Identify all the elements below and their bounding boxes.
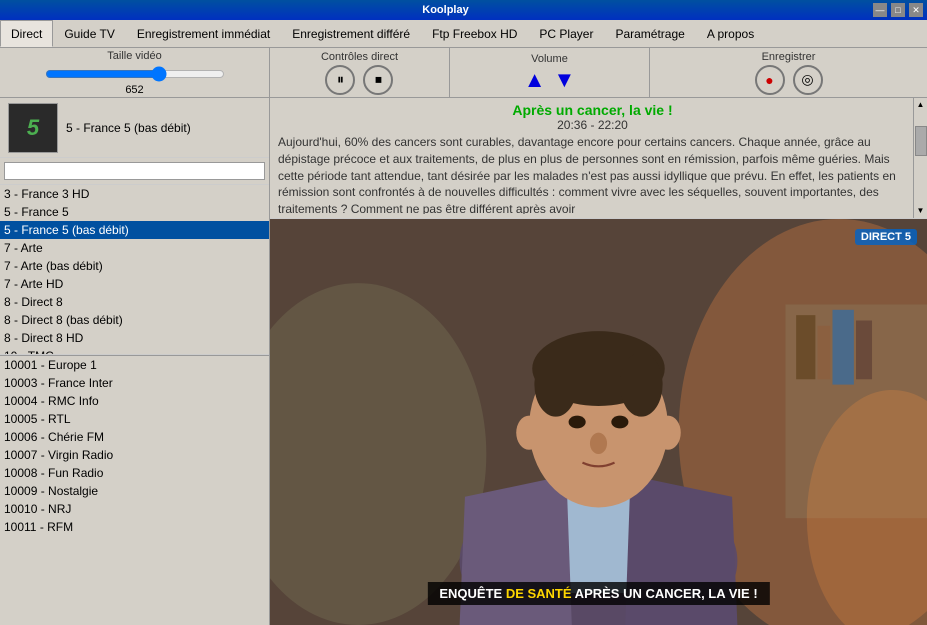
list-item[interactable]: 10006 - Chérie FM [0,428,269,446]
enregistrer-buttons: ● ◎ [755,65,823,95]
channel-name: 5 - France 5 (bas débit) [66,121,191,135]
program-time: 20:36 - 22:20 [278,118,907,132]
list-item[interactable]: 10005 - RTL [0,410,269,428]
volume-buttons: ▲ ▼ [524,67,576,93]
right-panel: Après un cancer, la vie ! 20:36 - 22:20 … [270,98,927,625]
list-item[interactable]: 10007 - Virgin Radio [0,446,269,464]
volume-up-button[interactable]: ▲ [524,67,546,93]
pause-button[interactable]: ⏸ [325,65,355,95]
list-item[interactable]: 7 - Arte HD [0,275,269,293]
subtitle-rest: APRÈS UN CANCER, LA VIE ! [572,586,758,601]
list-item[interactable]: 10003 - France Inter [0,374,269,392]
window-title: Koolplay [20,4,871,16]
menu-enregistrement-differe[interactable]: Enregistrement différé [281,20,421,47]
channel-list[interactable]: 3 - France 3 HD 5 - France 5 5 - France … [0,185,269,355]
video-area: DIRECT 5 ENQUÊTE DE SANTÉ APRÈS UN CANCE… [270,219,927,625]
program-scrollbar[interactable]: ▲ ▼ [913,98,927,218]
video-size-body [45,64,225,84]
menu-ftp-freebox[interactable]: Ftp Freebox HD [421,20,528,47]
record-stop-button[interactable]: ◎ [793,65,823,95]
list-item[interactable]: 10 - TMC [0,347,269,355]
direct-ctrl-label: Contrôles direct [321,51,398,63]
menu-a-propos[interactable]: A propos [696,20,765,47]
subtitle-enquete: ENQUÊTE [439,586,505,601]
close-button[interactable]: ✕ [909,3,923,17]
program-description: Aujourd'hui, 60% des cancers sont curabl… [278,134,907,214]
program-info: Après un cancer, la vie ! 20:36 - 22:20 … [270,98,927,219]
stop-button[interactable]: ⏹ [363,65,393,95]
left-panel: 5 5 - France 5 (bas débit) 3 - France 3 … [0,98,270,625]
menu-guide-tv[interactable]: Guide TV [53,20,125,47]
menu-parametrage[interactable]: Paramétrage [604,20,695,47]
subtitle-bar: ENQUÊTE DE SANTÉ APRÈS UN CANCER, LA VIE… [427,582,769,605]
main-content: Taille vidéo 652 Contrôles direct ⏸ ⏹ Vo… [0,48,927,625]
direct-controls-section: Contrôles direct ⏸ ⏹ [270,48,450,97]
enregistrer-section: Enregistrer ● ◎ [650,48,927,97]
radio-list[interactable]: 10001 - Europe 1 10003 - France Inter 10… [0,356,269,625]
list-item[interactable]: 7 - Arte [0,239,269,257]
volume-section: Volume ▲ ▼ [450,48,650,97]
video-size-slider[interactable] [45,66,225,82]
video-frame [270,219,927,625]
list-item[interactable]: 10009 - Nostalgie [0,482,269,500]
list-item[interactable]: 8 - Direct 8 HD [0,329,269,347]
search-box [0,158,269,185]
volume-label: Volume [531,53,568,65]
program-title: Après un cancer, la vie ! [278,102,907,118]
volume-down-button[interactable]: ▼ [554,67,576,93]
channel-watermark: DIRECT 5 [855,229,917,245]
list-item[interactable]: 10004 - RMC Info [0,392,269,410]
list-item[interactable]: 7 - Arte (bas débit) [0,257,269,275]
scroll-down-arrow[interactable]: ▼ [917,204,925,218]
subtitle-de-sante: DE SANTÉ [506,586,572,601]
list-item-selected[interactable]: 5 - France 5 (bas débit) [0,221,269,239]
list-item[interactable]: 3 - France 3 HD [0,185,269,203]
minimize-button[interactable]: — [873,3,887,17]
list-item[interactable]: 10001 - Europe 1 [0,356,269,374]
list-item[interactable]: 8 - Direct 8 [0,293,269,311]
title-bar: Koolplay — □ ✕ [0,0,927,20]
list-item[interactable]: 8 - Direct 8 (bas débit) [0,311,269,329]
search-input[interactable] [4,162,265,180]
direct-ctrl-buttons: ⏸ ⏹ [325,65,393,95]
channel-info: 5 5 - France 5 (bas débit) [0,98,269,158]
video-size-section: Taille vidéo 652 [0,48,270,97]
channel-logo: 5 [8,103,58,153]
content-area: 5 5 - France 5 (bas débit) 3 - France 3 … [0,98,927,625]
scroll-thumb[interactable] [915,126,927,156]
video-size-value: 652 [125,84,143,96]
menu-pc-player[interactable]: PC Player [528,20,604,47]
record-button[interactable]: ● [755,65,785,95]
window-controls[interactable]: — □ ✕ [871,3,923,17]
maximize-button[interactable]: □ [891,3,905,17]
menu-direct[interactable]: Direct [0,20,53,47]
enregistrer-label: Enregistrer [762,51,816,63]
list-item[interactable]: 10010 - NRJ [0,500,269,518]
controls-row: Taille vidéo 652 Contrôles direct ⏸ ⏹ Vo… [0,48,927,98]
video-size-label: Taille vidéo [107,50,161,62]
list-item[interactable]: 10011 - RFM [0,518,269,536]
scroll-up-arrow[interactable]: ▲ [917,98,925,112]
list-item[interactable]: 5 - France 5 [0,203,269,221]
menu-enregistrement-immediat[interactable]: Enregistrement immédiat [126,20,281,47]
menu-bar: Direct Guide TV Enregistrement immédiat … [0,20,927,48]
list-item[interactable]: 10008 - Fun Radio [0,464,269,482]
channel-logo-text: 5 [27,115,39,141]
